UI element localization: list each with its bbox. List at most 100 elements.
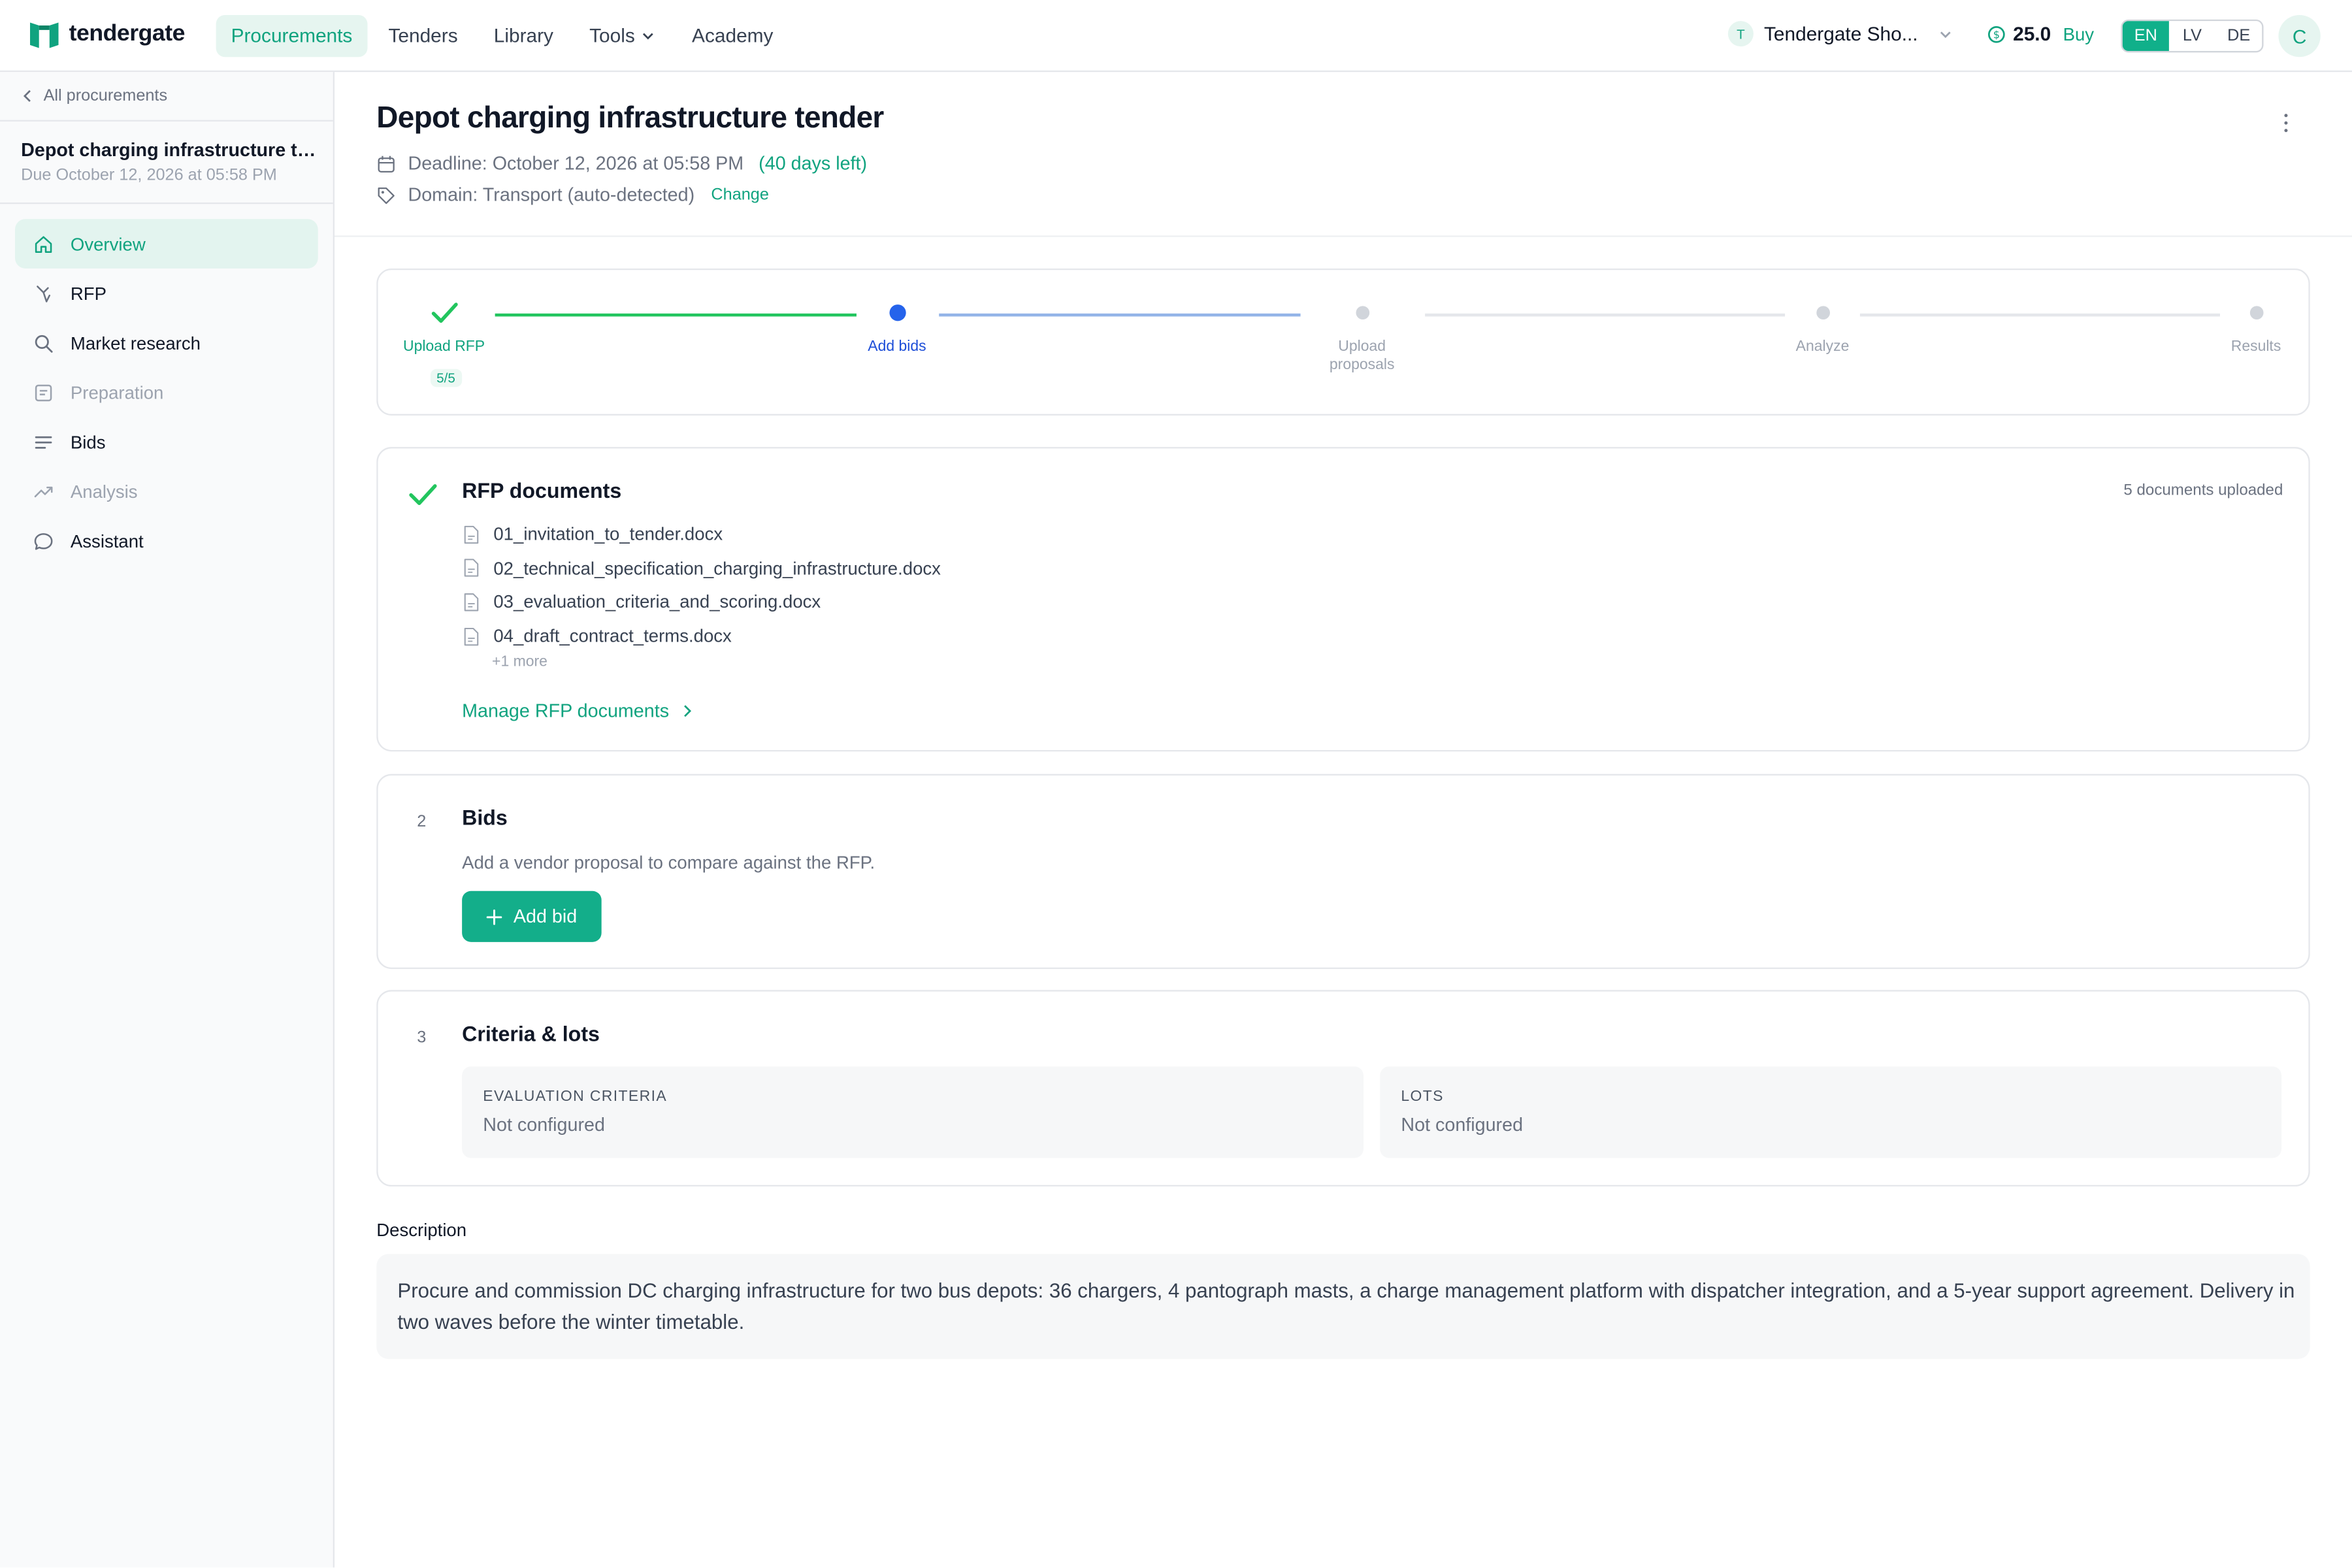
sidebar-item-assistant[interactable]: Assistant: [15, 516, 318, 566]
document-item[interactable]: 02_technical_specification_charging_infr…: [462, 551, 941, 585]
document-name: 03_evaluation_criteria_and_scoring.docx: [493, 591, 821, 613]
file-icon: [464, 627, 479, 645]
calendar-icon: [378, 155, 395, 172]
section-subtitle: Add a vendor proposal to compare against…: [462, 852, 875, 874]
change-domain-link[interactable]: Change: [711, 186, 768, 204]
buy-credits-link[interactable]: Buy: [2063, 24, 2094, 44]
step-connector: [495, 313, 857, 317]
step-upload-proposals[interactable]: Upload proposals: [1330, 339, 1395, 375]
description-text: Procure and commission DC charging infra…: [397, 1279, 2295, 1334]
sidebar-item-market-research[interactable]: Market research: [15, 318, 318, 368]
trend-icon: [34, 485, 53, 497]
box-label: Evaluation criteria: [483, 1088, 668, 1106]
document-name: 04_draft_contract_terms.docx: [493, 625, 732, 647]
criteria-lots-card: 3 Criteria & lots Evaluation criteria No…: [376, 990, 2310, 1187]
check-icon: [431, 302, 458, 323]
section-number: 3: [417, 1028, 427, 1047]
step-analyze[interactable]: Analyze: [1796, 339, 1850, 357]
app-root: tendergate Procurements Tenders Library …: [0, 0, 2352, 1568]
document-list: 01_invitation_to_tender.docx 02_technica…: [462, 517, 941, 653]
nav-label: Academy: [692, 24, 774, 47]
procurement-title: Depot charging infrastructure tender: [21, 139, 321, 161]
box-value: Not configured: [1401, 1114, 1524, 1135]
file-icon: [464, 593, 479, 612]
nav-library[interactable]: Library: [479, 15, 568, 57]
box-value: Not configured: [483, 1114, 605, 1135]
step-results[interactable]: Results: [2231, 339, 2281, 357]
add-bid-button[interactable]: Add bid: [462, 890, 602, 942]
coin-icon: $: [1987, 25, 2005, 42]
back-to-procurements-link[interactable]: All procurements: [21, 87, 167, 105]
nav-tenders[interactable]: Tenders: [373, 15, 472, 57]
add-bid-label: Add bid: [513, 906, 578, 927]
list-icon: [35, 435, 52, 448]
sidebar-item-label: Bids: [70, 431, 106, 453]
chevron-down-icon: [643, 33, 654, 40]
sidebar-item-analysis[interactable]: Analysis: [15, 466, 318, 516]
procurement-due: Due October 12, 2026 at 05:58 PM: [21, 166, 277, 185]
step-connector: [1425, 313, 1786, 316]
lots-box[interactable]: Lots Not configured: [1380, 1066, 2282, 1158]
lang-lv[interactable]: LV: [2169, 21, 2215, 51]
back-label: All procurements: [43, 87, 168, 105]
nav-label: Library: [493, 24, 554, 47]
brand-logo[interactable]: tendergate: [29, 21, 186, 48]
more-options-icon[interactable]: [2276, 111, 2296, 135]
search-icon: [35, 334, 53, 352]
more-documents-link[interactable]: +1 more: [492, 654, 547, 670]
sidebar-item-overview[interactable]: Overview: [14, 219, 318, 269]
file-icon: [464, 559, 479, 578]
step-upload-rfp[interactable]: Upload RFP: [403, 339, 485, 357]
sidebar-item-bids[interactable]: Bids: [15, 417, 318, 466]
section-title: Criteria & lots: [462, 1021, 600, 1046]
document-name: 02_technical_specification_charging_infr…: [493, 557, 941, 579]
days-left: (40 days left): [759, 153, 868, 174]
evaluation-criteria-box[interactable]: Evaluation criteria Not configured: [462, 1066, 1364, 1158]
pen-icon: [37, 285, 51, 302]
org-name: Tendergate Sho...: [1763, 22, 1918, 45]
sidebar-item-preparation[interactable]: Preparation: [15, 367, 318, 417]
chevron-left-icon: [23, 90, 31, 102]
bids-card: 2 Bids Add a vendor proposal to compare …: [376, 774, 2310, 970]
nav-label: Procurements: [231, 24, 353, 47]
chevron-right-icon: [684, 705, 692, 717]
tag-icon: [378, 186, 395, 204]
nav-label: Tenders: [388, 24, 458, 47]
sidebar-item-rfp[interactable]: RFP: [15, 269, 318, 318]
document-name: 01_invitation_to_tender.docx: [493, 523, 723, 546]
divider: [0, 120, 333, 122]
domain-text: Domain: Transport (auto-detected): [408, 184, 695, 206]
section-title: RFP documents: [462, 478, 622, 503]
sidebar-menu: Overview RFP Market research Preparation…: [14, 219, 318, 566]
logo-mark-icon: [29, 22, 59, 48]
manage-rfp-documents-link[interactable]: Manage RFP documents: [462, 700, 693, 721]
description-label: Description: [376, 1219, 467, 1241]
document-icon: [35, 384, 52, 401]
home-icon: [35, 235, 52, 252]
chat-icon: [34, 532, 53, 549]
nav-label: Tools: [589, 24, 635, 47]
lang-de[interactable]: DE: [2215, 21, 2262, 51]
rfp-documents-card: RFP documents 5 documents uploaded 01_in…: [376, 447, 2310, 752]
nav-academy[interactable]: Academy: [677, 15, 788, 57]
section-title: Bids: [462, 805, 508, 830]
manage-label: Manage RFP documents: [462, 700, 670, 722]
lang-en[interactable]: EN: [2122, 21, 2169, 52]
box-label: Lots: [1401, 1088, 1444, 1106]
org-avatar: T: [1727, 21, 1754, 47]
nav-procurements[interactable]: Procurements: [216, 14, 368, 57]
top-nav: Procurements Tenders Library Tools Acade…: [216, 14, 794, 57]
brand-name: tendergate: [69, 21, 186, 47]
step-connector: [1859, 313, 2220, 316]
step-add-bids[interactable]: Add bids: [868, 339, 926, 357]
progress-stepper: Upload RFP 5/5 Add bids Upload proposals…: [376, 268, 2310, 416]
sidebar-item-label: Analysis: [70, 480, 138, 502]
document-item[interactable]: 01_invitation_to_tender.docx: [462, 517, 941, 551]
sidebar-item-label: Market research: [70, 332, 201, 353]
document-item[interactable]: 04_draft_contract_terms.docx: [462, 619, 941, 653]
org-switcher[interactable]: T Tendergate Sho...: [1727, 21, 1954, 47]
document-item[interactable]: 03_evaluation_criteria_and_scoring.docx: [462, 585, 941, 619]
nav-tools[interactable]: Tools: [574, 15, 671, 57]
user-avatar[interactable]: C: [2278, 14, 2321, 57]
deadline-text: Deadline: October 12, 2026 at 05:58 PM: [408, 153, 744, 174]
